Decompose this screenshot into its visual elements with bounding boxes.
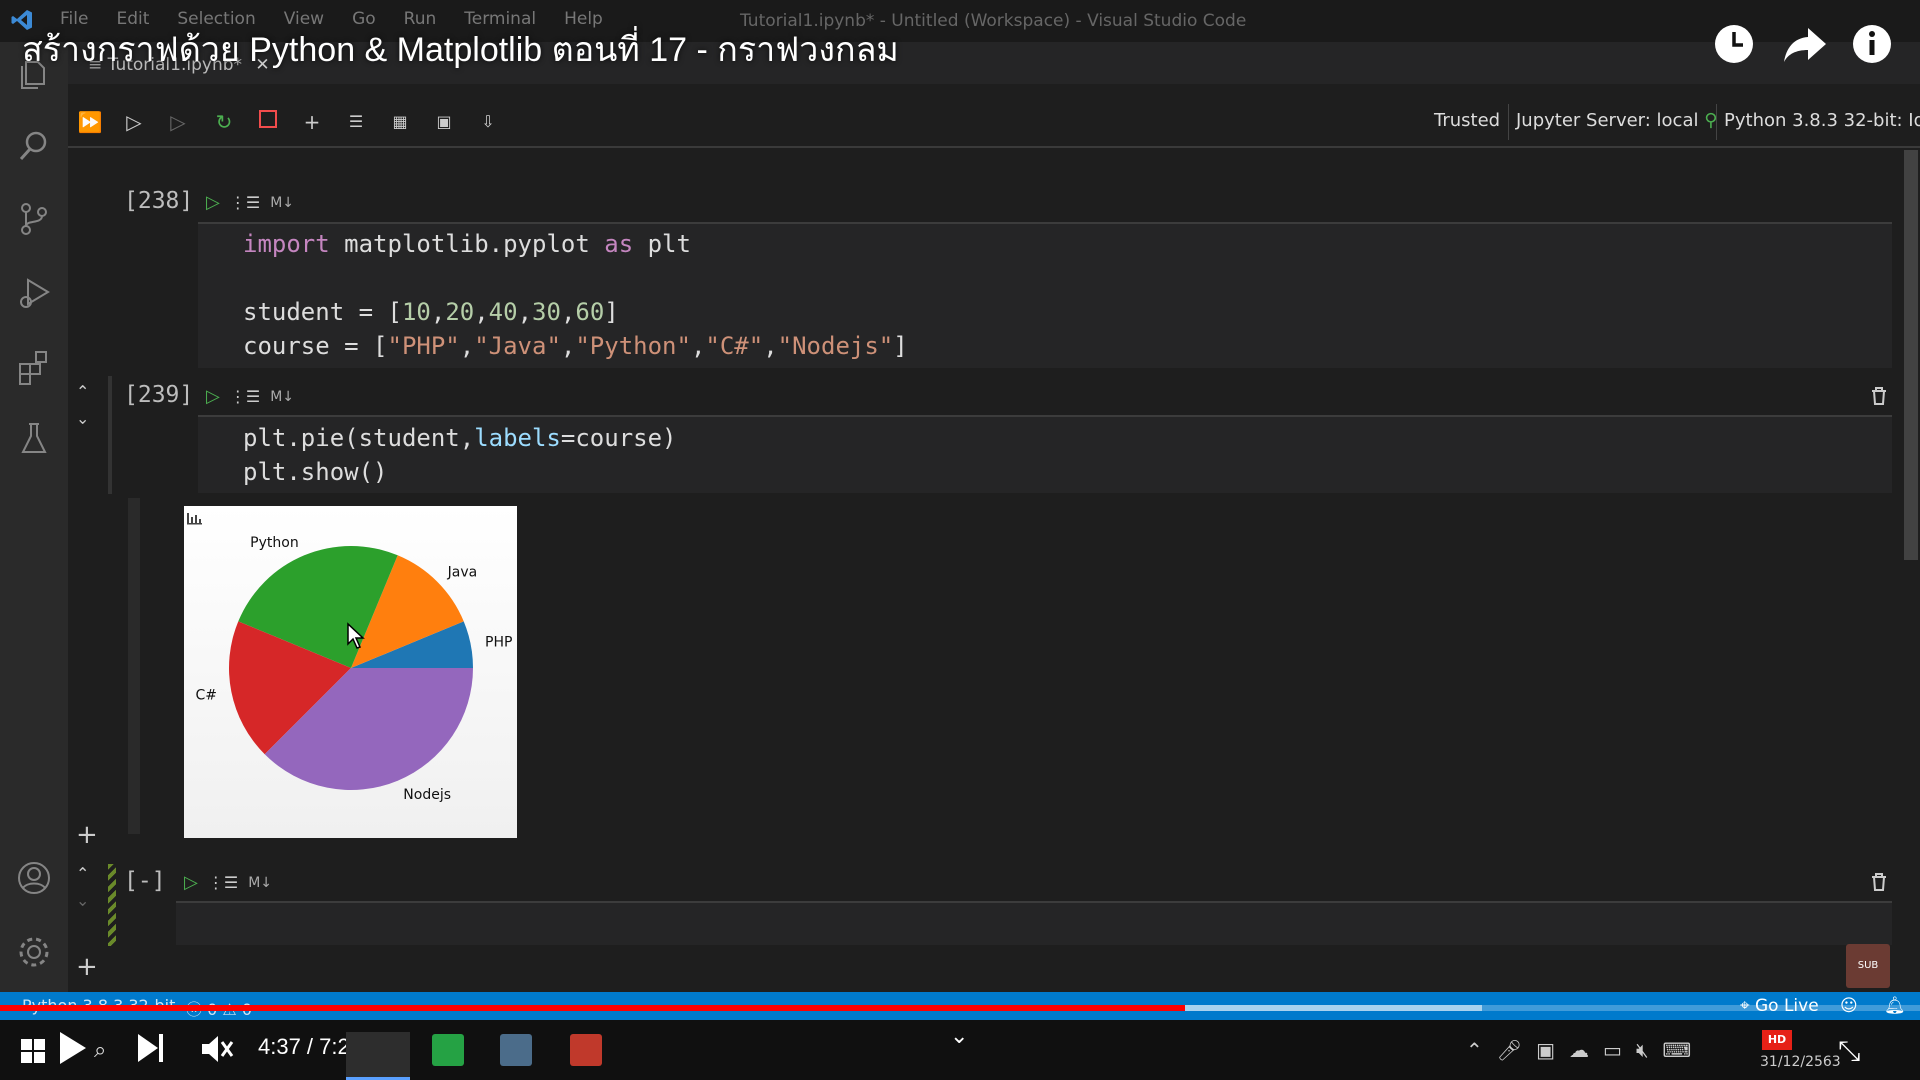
code-line: plt.pie(student,labels=course) — [243, 424, 677, 452]
interrupt-kernel-icon[interactable] — [254, 108, 282, 136]
markdown-toggle[interactable]: M↓ — [270, 195, 294, 211]
cell-focus-bar — [108, 376, 112, 494]
run-below-icon[interactable]: ▷ — [164, 108, 192, 136]
move-up-icon[interactable]: ⌃ — [76, 382, 89, 401]
cell-edit-indicator — [108, 864, 116, 946]
run-cell-icon[interactable]: ▷ — [206, 192, 220, 213]
pie-label: Nodejs — [403, 787, 451, 803]
pie-label: C# — [195, 688, 217, 704]
move-up-icon[interactable]: ⌃ — [76, 864, 89, 883]
pie-label: Python — [250, 535, 299, 551]
taskbar-item-vscode[interactable] — [346, 1032, 410, 1080]
search-icon[interactable]: ⌕ — [94, 1038, 106, 1063]
jupyter-server-status[interactable]: Jupyter Server: local ⚲ — [1516, 110, 1717, 131]
cell-toolbar: ▷ ⋮☰ M↓ — [206, 386, 294, 407]
search-icon[interactable] — [14, 126, 54, 166]
delete-cell-icon[interactable] — [1870, 386, 1890, 408]
chevron-down-icon[interactable]: ⌄ — [950, 1024, 968, 1049]
pie-chart-output: PHP Java Python C# Nodejs — [184, 506, 517, 838]
add-cell-icon[interactable]: + — [76, 820, 98, 850]
export-icon[interactable]: ⇩ — [474, 108, 502, 136]
code-line: student = [10,20,40,30,60] — [243, 298, 619, 326]
info-icon[interactable] — [1850, 22, 1900, 72]
share-icon[interactable] — [1782, 22, 1832, 72]
code-token: import — [243, 230, 330, 258]
video-progress-bar[interactable] — [0, 1005, 1920, 1011]
subscribe-watermark[interactable]: SUB — [1846, 944, 1890, 988]
muted-volume-icon[interactable] — [200, 1032, 236, 1070]
windows-start-icon[interactable] — [20, 1038, 46, 1068]
taskbar: ⌕ 4:37 / 7:28 ⌄ ⌃🎤︎▣☁▭🔇︎⌨ HD 31/12/2563 … — [0, 1020, 1920, 1080]
run-all-icon[interactable]: ⏩ — [76, 108, 104, 136]
delete-cell-icon[interactable] — [1870, 872, 1890, 894]
save-icon[interactable]: ▣ — [430, 108, 458, 136]
pie-chart: PHP Java Python C# Nodejs — [187, 513, 512, 803]
markdown-toggle[interactable]: M↓ — [248, 875, 272, 891]
restart-kernel-icon[interactable]: ↻ — [210, 108, 238, 136]
cell-prompt: [-] — [124, 868, 166, 894]
exit-fullscreen-icon[interactable]: ⤡ — [1838, 1034, 1860, 1068]
source-control-icon[interactable] — [14, 198, 54, 238]
run-by-line-icon[interactable]: ⋮☰ — [230, 193, 260, 212]
run-above-icon[interactable]: ▷ — [120, 108, 148, 136]
cell-toolbar: ▷ ⋮☰ M↓ — [206, 192, 294, 213]
system-tray[interactable]: ⌃🎤︎▣☁▭🔇︎⌨ — [1466, 1038, 1705, 1062]
toolbar-divider-2 — [1716, 104, 1717, 140]
video-title: สร้างกราฟด้วย Python & Matplotlib ตอนที่… — [22, 31, 899, 69]
trusted-status[interactable]: Trusted — [1434, 110, 1500, 131]
clock-icon[interactable] — [1712, 22, 1762, 72]
run-cell-icon[interactable]: ▷ — [184, 872, 198, 893]
mouse-cursor-icon — [346, 622, 366, 654]
run-by-line-icon[interactable]: ⋮☰ — [208, 873, 238, 892]
account-icon[interactable] — [14, 858, 54, 898]
code-token: as — [604, 230, 634, 258]
extensions-icon[interactable] — [14, 346, 54, 386]
play-icon[interactable] — [58, 1030, 88, 1070]
plot-viewer-icon[interactable] — [187, 513, 202, 525]
cell-toolbar: ▷ ⋮☰ M↓ — [184, 872, 272, 893]
run-by-line-icon[interactable]: ⋮☰ — [230, 387, 260, 406]
code-line: course = ["PHP","Java","Python","C#","No… — [243, 332, 908, 360]
next-video-icon[interactable] — [136, 1030, 166, 1070]
code-line: import matplotlib.pyplot as plt — [243, 230, 691, 258]
activity-bar — [0, 42, 68, 1002]
markdown-toggle[interactable]: M↓ — [270, 389, 294, 405]
gear-icon[interactable] — [14, 932, 54, 972]
run-cell-icon[interactable]: ▷ — [206, 386, 220, 407]
jupyter-server-label: Jupyter Server: local — [1516, 110, 1699, 131]
kernel-status[interactable]: Python 3.8.3 32-bit: Idle — [1724, 110, 1920, 131]
taskbar-item-app[interactable] — [432, 1034, 464, 1066]
taskbar-item-app[interactable] — [500, 1034, 532, 1066]
pie-label: Java — [447, 564, 478, 580]
add-cell-icon[interactable]: + — [76, 952, 98, 982]
code-line: plt.show() — [243, 458, 388, 486]
hd-badge: HD — [1762, 1030, 1792, 1050]
video-played-bar — [0, 1005, 1185, 1011]
taskbar-item-app[interactable] — [570, 1034, 602, 1066]
move-down-icon[interactable]: ⌃ — [76, 408, 89, 427]
toolbar-separator — [68, 146, 1920, 148]
move-down-icon[interactable]: ⌃ — [76, 890, 89, 909]
toolbar-divider — [1508, 104, 1509, 140]
add-cell-icon[interactable]: + — [298, 108, 326, 136]
run-debug-icon[interactable] — [14, 272, 54, 312]
pie-label: PHP — [485, 634, 512, 650]
clear-outputs-icon[interactable]: ☰ — [342, 108, 370, 136]
system-date: 31/12/2563 — [1760, 1054, 1841, 1070]
code-editor[interactable] — [176, 903, 1892, 945]
output-gutter — [128, 498, 140, 834]
cell-prompt: [239] — [124, 382, 194, 408]
flask-icon[interactable] — [14, 418, 54, 458]
cell-prompt: [238] — [124, 188, 194, 214]
variables-icon[interactable]: ▦ — [386, 108, 414, 136]
scrollbar-thumb[interactable] — [1904, 150, 1918, 560]
